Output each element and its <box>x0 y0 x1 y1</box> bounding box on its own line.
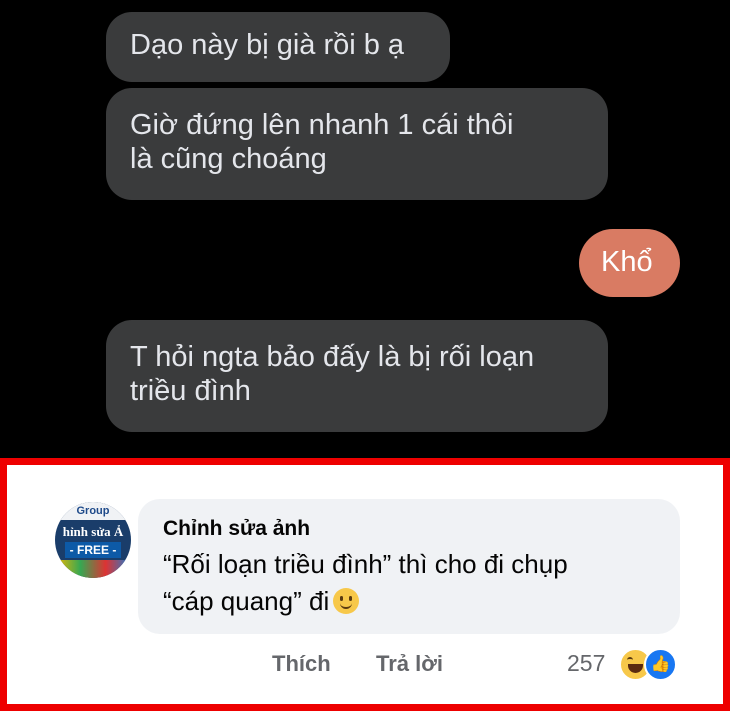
message-text-line: Giờ đứng lên nhanh 1 cái thôi <box>130 109 514 141</box>
avatar-name-text: hỉnh sửa Ả <box>62 524 124 539</box>
chat-thread: Dạo này bị già rồi b ạ Giờ đứng lên nhan… <box>0 0 730 458</box>
message-text-line: triều đình <box>130 375 251 407</box>
comment-text-line-2: “cáp quang” đi <box>163 583 655 620</box>
avatar-free-badge: - FREE - <box>65 542 121 558</box>
message-text-line: là cũng choáng <box>130 143 327 175</box>
avatar-bottom-band <box>55 560 131 578</box>
comment-text-segment: “cáp quang” đi <box>163 586 330 616</box>
avatar[interactable]: Group hỉnh sửa Ả - FREE - <box>55 502 131 578</box>
highlighted-comment-frame: Group hỉnh sửa Ả - FREE - Chỉnh sửa ảnh … <box>0 458 730 711</box>
comment-text-line: “Rối loạn triều đình” thì cho đi chụp <box>163 549 568 579</box>
reply-action-button[interactable]: Trả lời <box>376 651 443 677</box>
received-message-bubble[interactable]: T hỏi ngta bảo đấy là bị rối loạn triều … <box>106 320 608 432</box>
smile-emoji-icon <box>333 588 360 614</box>
sent-message-bubble[interactable]: Khổ <box>579 229 680 297</box>
reaction-count: 257 <box>567 650 606 676</box>
comment-text: “Rối loạn triều đình” thì cho đi chụp “c… <box>163 546 655 620</box>
like-reaction-icon: 👍 <box>644 648 677 681</box>
message-text: Dạo này bị già rồi b ạ <box>130 29 405 61</box>
avatar-group-text: Group <box>76 505 110 517</box>
comment-bubble[interactable]: Chỉnh sửa ảnh “Rối loạn triều đình” thì … <box>138 499 680 634</box>
message-text: Khổ <box>601 246 653 278</box>
received-message-bubble[interactable]: Giờ đứng lên nhanh 1 cái thôi là cũng ch… <box>106 88 608 200</box>
message-text-line: T hỏi ngta bảo đấy là bị rối loạn <box>130 341 535 373</box>
received-message-bubble[interactable]: Dạo này bị già rồi b ạ <box>106 12 450 82</box>
like-action-button[interactable]: Thích <box>272 651 331 677</box>
comment-author[interactable]: Chỉnh sửa ảnh <box>163 516 655 542</box>
